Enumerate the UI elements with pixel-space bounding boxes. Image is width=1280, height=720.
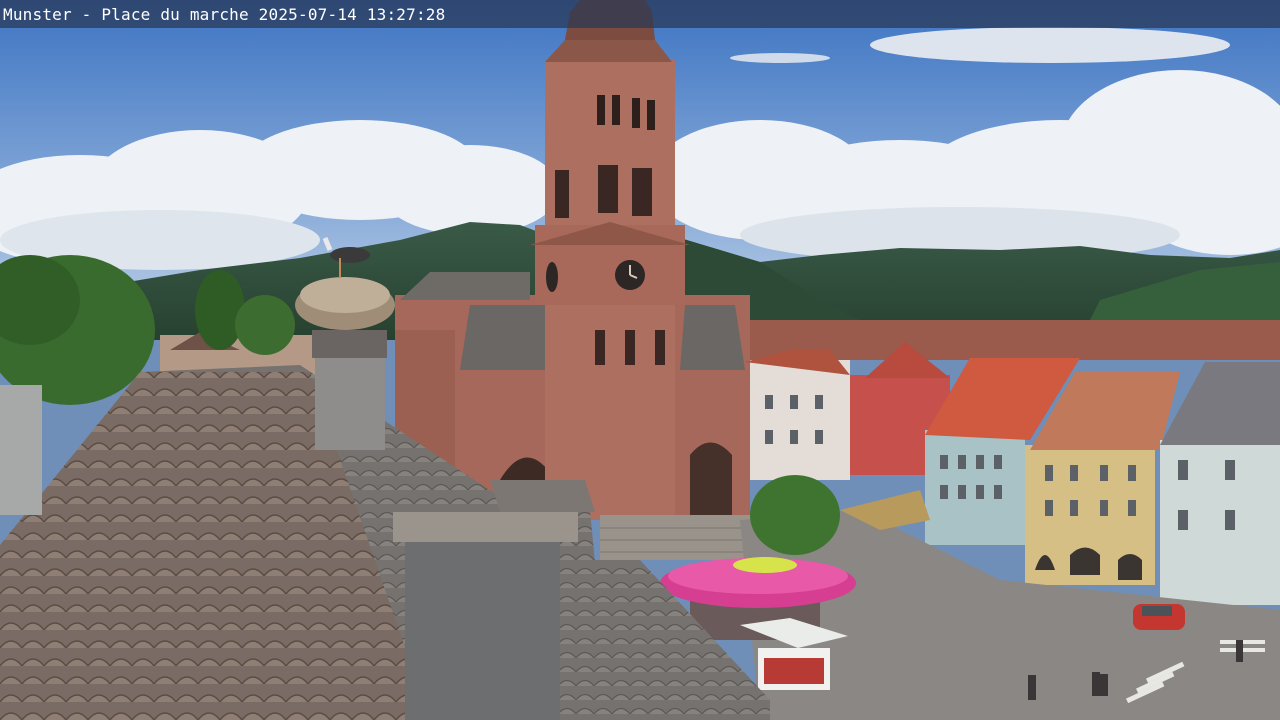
square-tree (750, 475, 840, 555)
webcam-scene (0, 0, 1280, 720)
camera-caption-bar: Munster - Place du marche 2025-07-14 13:… (0, 0, 1280, 28)
camera-caption: Munster - Place du marche 2025-07-14 13:… (3, 4, 446, 24)
red-car (1133, 604, 1185, 630)
